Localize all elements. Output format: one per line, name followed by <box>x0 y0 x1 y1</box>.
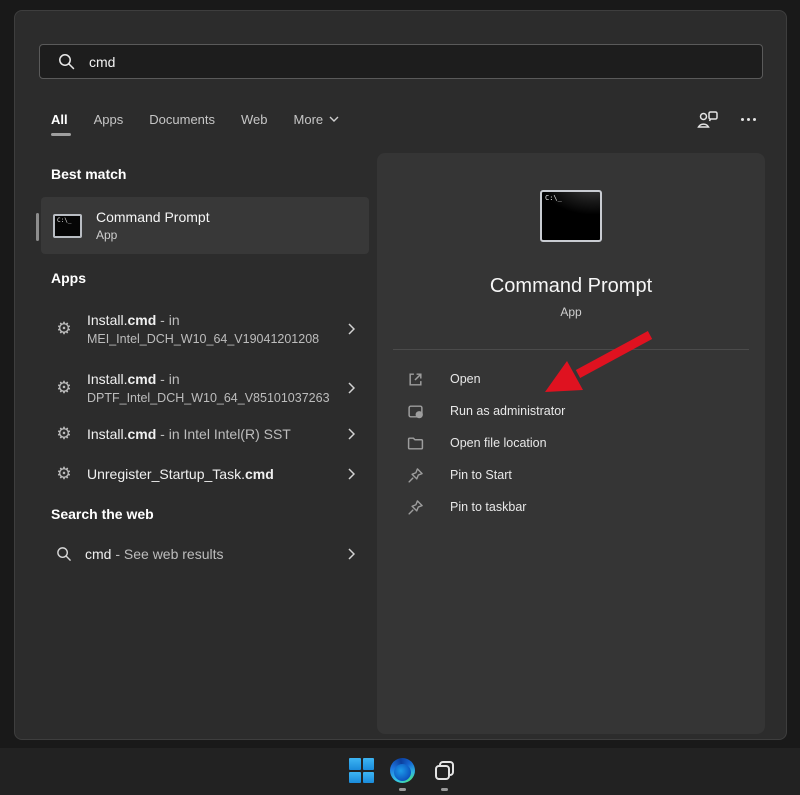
chevron-down-icon <box>329 116 339 122</box>
app-result-row[interactable]: ⚙ Install.cmd - in DPTF_Intel_DCH_W10_64… <box>41 360 369 416</box>
taskbar-edge-button[interactable] <box>389 757 416 784</box>
action-open[interactable]: Open <box>377 363 765 395</box>
app-result-row[interactable]: ⚙ Install.cmd - in Intel Intel(R) SST <box>41 414 369 454</box>
tab-web[interactable]: Web <box>241 112 268 127</box>
filter-tabs: All Apps Documents Web More <box>51 106 339 132</box>
result-detail-pane: C:\_ Command Prompt App Open Run as admi… <box>377 153 765 734</box>
folder-icon <box>407 435 424 452</box>
gear-icon: ⚙ <box>54 378 74 398</box>
gear-icon: ⚙ <box>54 464 74 484</box>
pin-icon <box>407 467 424 484</box>
section-header-apps: Apps <box>51 270 86 286</box>
tab-documents[interactable]: Documents <box>149 112 215 127</box>
divider <box>393 349 749 350</box>
action-run-as-administrator[interactable]: Run as administrator <box>377 395 765 427</box>
pin-icon <box>407 499 424 516</box>
search-input[interactable]: cmd <box>39 44 763 79</box>
best-match-subtitle: App <box>96 228 210 242</box>
more-options-icon[interactable] <box>741 118 756 121</box>
detail-app-subtitle: App <box>377 305 765 319</box>
web-result-row[interactable]: cmd - See web results <box>41 534 369 574</box>
tab-selected-indicator <box>51 133 71 136</box>
section-header-search-web: Search the web <box>51 506 154 522</box>
desktop: cmd All Apps Documents Web More <box>0 0 800 795</box>
open-icon <box>407 371 424 388</box>
gear-icon: ⚙ <box>54 319 74 339</box>
app-result-location: MEI_Intel_DCH_W10_64_V19041201208 <box>87 332 348 346</box>
gear-icon: ⚙ <box>54 424 74 444</box>
tab-more[interactable]: More <box>294 112 340 127</box>
chevron-right-icon <box>348 468 355 480</box>
scrollbar-thumb[interactable] <box>36 213 39 241</box>
action-open-file-location[interactable]: Open file location <box>377 427 765 459</box>
app-result-row[interactable]: ⚙ Install.cmd - in MEI_Intel_DCH_W10_64_… <box>41 301 369 357</box>
tab-apps[interactable]: Apps <box>94 112 124 127</box>
run-as-admin-icon <box>407 403 424 420</box>
app-result-location: DPTF_Intel_DCH_W10_64_V85101037263 <box>87 391 348 405</box>
action-pin-to-start[interactable]: Pin to Start <box>377 459 765 491</box>
section-header-best-match: Best match <box>51 166 126 182</box>
chevron-right-icon <box>348 382 355 394</box>
task-view-icon <box>434 760 456 782</box>
action-pin-to-taskbar[interactable]: Pin to taskbar <box>377 491 765 523</box>
chevron-right-icon <box>348 428 355 440</box>
search-flyout-panel: cmd All Apps Documents Web More <box>14 10 787 740</box>
best-match-result[interactable]: C:\_ Command Prompt App <box>41 197 369 254</box>
account-options-icon[interactable] <box>696 110 719 129</box>
taskbar-task-view-button[interactable] <box>431 757 458 784</box>
start-button[interactable] <box>348 757 375 784</box>
taskbar <box>0 748 800 795</box>
command-prompt-icon: C:\_ <box>540 190 602 242</box>
best-match-title: Command Prompt <box>96 209 210 225</box>
search-icon <box>56 546 72 562</box>
search-toolbar-right <box>696 106 756 132</box>
command-prompt-icon: C:\_ <box>53 214 82 238</box>
running-indicator <box>399 788 406 791</box>
edge-icon <box>390 758 415 783</box>
chevron-right-icon <box>348 323 355 335</box>
detail-app-title: Command Prompt <box>377 275 765 298</box>
search-query-text: cmd <box>89 54 115 70</box>
chevron-right-icon <box>348 548 355 560</box>
search-icon <box>58 53 75 70</box>
windows-logo-icon <box>349 758 374 783</box>
tab-all[interactable]: All <box>51 112 68 127</box>
app-result-row[interactable]: ⚙ Unregister_Startup_Task.cmd <box>41 454 369 494</box>
running-indicator <box>441 788 448 791</box>
